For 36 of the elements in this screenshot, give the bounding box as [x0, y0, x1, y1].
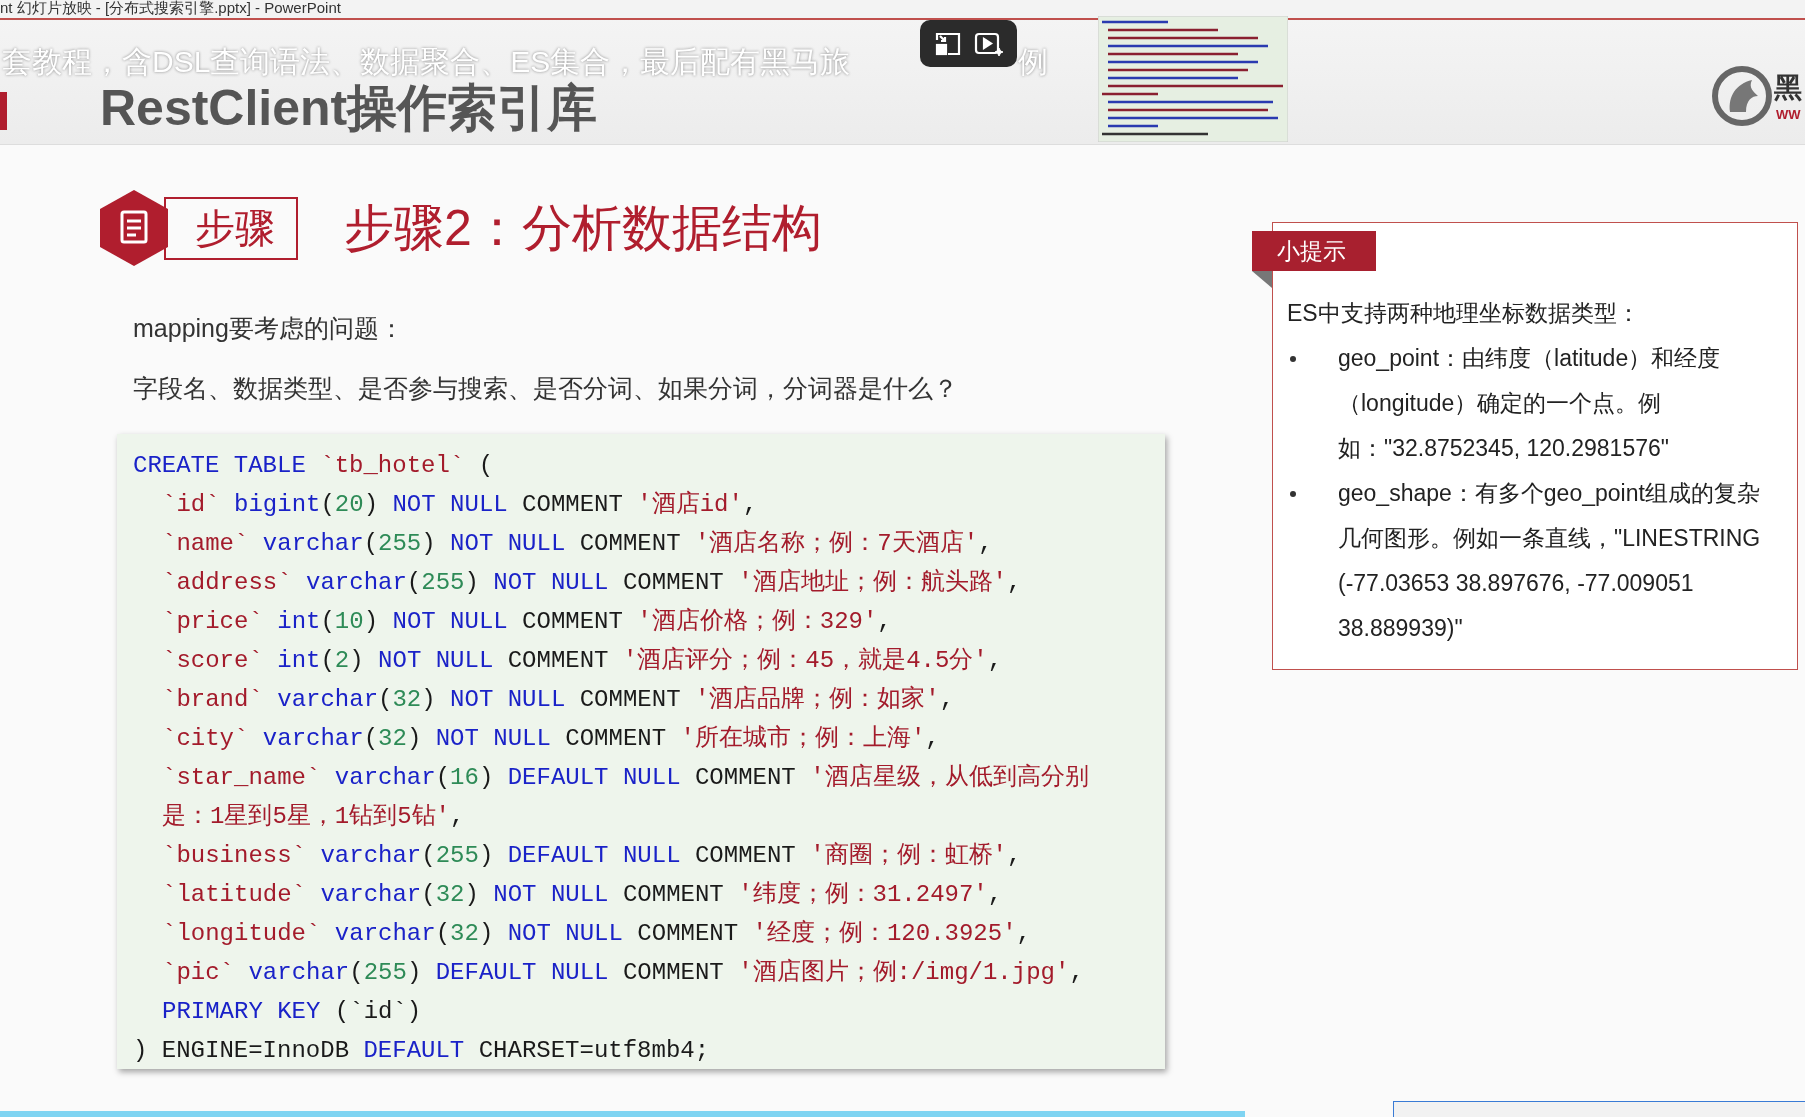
logo-url: WW — [1776, 108, 1801, 122]
logo-text: 黑 — [1774, 72, 1802, 104]
logo-icon — [1712, 66, 1772, 126]
code-line: `city` varchar(32) NOT NULL COMMENT '所在城市；例：上海', — [161, 724, 940, 754]
body-text: mapping要考虑的问题： — [133, 313, 405, 344]
code-line: ) ENGINE=InnoDB DEFAULT CHARSET=utf8mb4; — [133, 1036, 710, 1066]
tip-item-text: geo_point：由纬度（latitude）和经度（longitude）确定的一个点。例如："32.8752345, 120.2981576" — [1338, 344, 1722, 463]
fold-corner-icon — [1252, 271, 1272, 288]
code-line: `price` int(10) NOT NULL COMMENT '酒店价格；例：329', — [161, 607, 892, 637]
accent-bar — [0, 92, 7, 130]
code-line: `brand` varchar(32) NOT NULL COMMENT '酒店品牌；例：如家', — [161, 684, 955, 715]
code-line: CREATE TABLE `tb_hotel` ( — [133, 451, 494, 481]
hexagon-document-icon — [100, 190, 168, 266]
code-line: `address` varchar(255) NOT NULL COMMENT '酒店地址；例：航头路', — [161, 568, 1022, 598]
subtitle-text: 例 — [1018, 44, 1048, 80]
bullet-icon — [1290, 491, 1296, 497]
code-line: `id` bigint(20) NOT NULL COMMENT '酒店id', — [161, 490, 758, 520]
slide-title: RestClient操作索引库 — [100, 79, 598, 138]
code-line: `score` int(2) NOT NULL COMMENT '酒店评分；例：45，就是4.5分', — [161, 646, 1003, 676]
window-title: nt 幻灯片放映 - [分布式搜索引擎.pptx] - PowerPoint — [0, 0, 341, 17]
body-text: 字段名、数据类型、是否参与搜索、是否分词、如果分词，分词器是什么？ — [133, 373, 959, 404]
picture-in-picture-icon — [934, 30, 963, 57]
code-line: `longitude` varchar(32) NOT NULL COMMENT '经度；例：120.3925', — [161, 919, 1031, 949]
code-line: `name` varchar(255) NOT NULL COMMENT '酒店名称；例：7天酒店', — [161, 529, 993, 559]
bullet-icon — [1290, 356, 1296, 362]
tip-label: 小提示 — [1252, 231, 1376, 271]
tip-item-text: geo_shape：有多个geo_point组成的复杂几何图形。例如一条直线，"LINESTRING (-77.03653 38.897676, -77.009051 38.889939)" — [1338, 479, 1762, 643]
code-line: `star_name` varchar(16) DEFAULT NULL COMMENT '酒店星级，从低到高分别是：1星到5星，1钻到5钻', — [161, 762, 1090, 832]
step-heading: 步骤2：分析数据结构 — [344, 199, 822, 258]
play-icon — [973, 30, 1004, 57]
code-line: `latitude` varchar(32) NOT NULL COMMENT '纬度；例：31.2497', — [161, 880, 1003, 910]
code-line: PRIMARY KEY (`id`) — [161, 997, 422, 1027]
code-line: `pic` varchar(255) DEFAULT NULL COMMENT '酒店图片；例:/img/1.jpg', — [161, 958, 1084, 988]
tip-intro: ES中支持两种地理坐标数据类型： — [1287, 299, 1641, 328]
code-line: `business` varchar(255) DEFAULT NULL COMMENT '商圈；例：虹桥', — [161, 841, 1022, 871]
step-label: 步骤 — [164, 196, 298, 260]
